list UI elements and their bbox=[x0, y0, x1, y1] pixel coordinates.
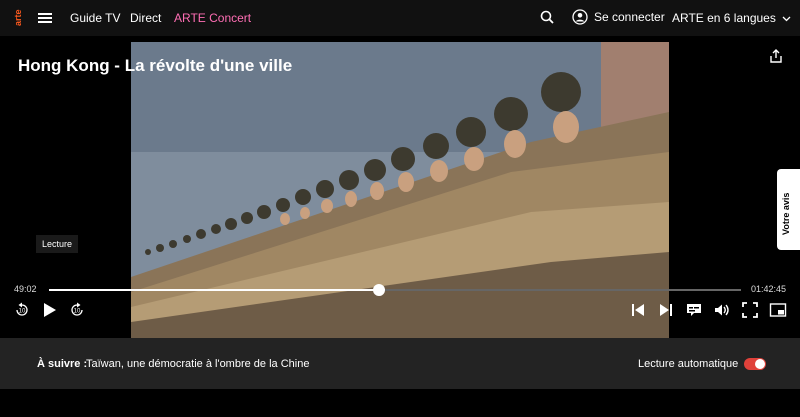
autoplay-toggle[interactable] bbox=[744, 358, 766, 370]
page-bottom bbox=[0, 389, 800, 417]
rewind-10-icon: 10 bbox=[16, 302, 28, 316]
play-icon bbox=[44, 303, 56, 317]
user-icon bbox=[572, 9, 588, 25]
progress-fill bbox=[49, 289, 379, 291]
chevron-down-icon bbox=[782, 16, 791, 21]
search-icon[interactable] bbox=[540, 10, 554, 24]
video-player[interactable]: Hong Kong - La révolte d'une ville Votre… bbox=[0, 36, 800, 338]
login-button[interactable]: Se connecter bbox=[572, 9, 665, 25]
volume-button[interactable] bbox=[713, 301, 731, 319]
fullscreen-icon bbox=[742, 302, 758, 318]
top-navigation: arte Guide TV Direct ARTE Concert Se con… bbox=[0, 0, 800, 36]
picture-in-picture-icon bbox=[769, 303, 787, 317]
play-tooltip: Lecture bbox=[36, 235, 79, 253]
elapsed-time: 49:02 bbox=[14, 284, 37, 294]
up-next-bar: À suivre : Taïwan, une démocratie à l'om… bbox=[0, 338, 800, 389]
video-frame[interactable] bbox=[131, 42, 669, 338]
volume-icon bbox=[715, 304, 729, 316]
toggle-knob bbox=[755, 359, 765, 369]
nav-guide-tv[interactable]: Guide TV bbox=[70, 11, 120, 25]
menu-icon[interactable] bbox=[38, 13, 52, 23]
progress-handle[interactable] bbox=[373, 284, 385, 296]
forward-10-button[interactable]: 10 bbox=[68, 301, 86, 319]
login-label: Se connecter bbox=[594, 10, 665, 24]
share-icon[interactable] bbox=[768, 48, 784, 64]
feedback-label: Votre avis bbox=[781, 192, 791, 235]
subtitles-icon bbox=[687, 304, 701, 316]
progress-bar[interactable] bbox=[49, 289, 741, 291]
nav-direct[interactable]: Direct bbox=[130, 11, 161, 25]
next-button[interactable] bbox=[657, 301, 675, 319]
skip-next-icon bbox=[660, 304, 672, 316]
feedback-tab[interactable]: Votre avis bbox=[777, 169, 800, 250]
total-duration: 01:42:45 bbox=[751, 284, 787, 294]
arte-logo[interactable]: arte bbox=[10, 8, 26, 30]
video-still bbox=[131, 42, 669, 338]
rewind-label: 10 bbox=[19, 309, 26, 315]
forward-10-icon: 10 bbox=[71, 302, 83, 316]
logo-text: arte bbox=[13, 9, 23, 26]
subtitles-button[interactable] bbox=[685, 301, 703, 319]
picture-in-picture-button[interactable] bbox=[769, 301, 787, 319]
fullscreen-button[interactable] bbox=[741, 301, 759, 319]
nav-arte-concert[interactable]: ARTE Concert bbox=[174, 11, 251, 25]
up-next-title[interactable]: Taïwan, une démocratie à l'ombre de la C… bbox=[86, 358, 309, 370]
previous-button[interactable] bbox=[629, 301, 647, 319]
skip-previous-icon bbox=[632, 304, 644, 316]
rewind-10-button[interactable]: 10 bbox=[13, 301, 31, 319]
video-title: Hong Kong - La révolte d'une ville bbox=[18, 56, 293, 75]
autoplay-label: Lecture automatique bbox=[638, 358, 739, 370]
language-label: ARTE en 6 langues bbox=[672, 11, 776, 25]
up-next-label: À suivre : bbox=[37, 358, 88, 370]
language-selector[interactable]: ARTE en 6 langues bbox=[672, 11, 791, 25]
play-button[interactable] bbox=[40, 301, 58, 319]
forward-label: 10 bbox=[74, 309, 81, 315]
